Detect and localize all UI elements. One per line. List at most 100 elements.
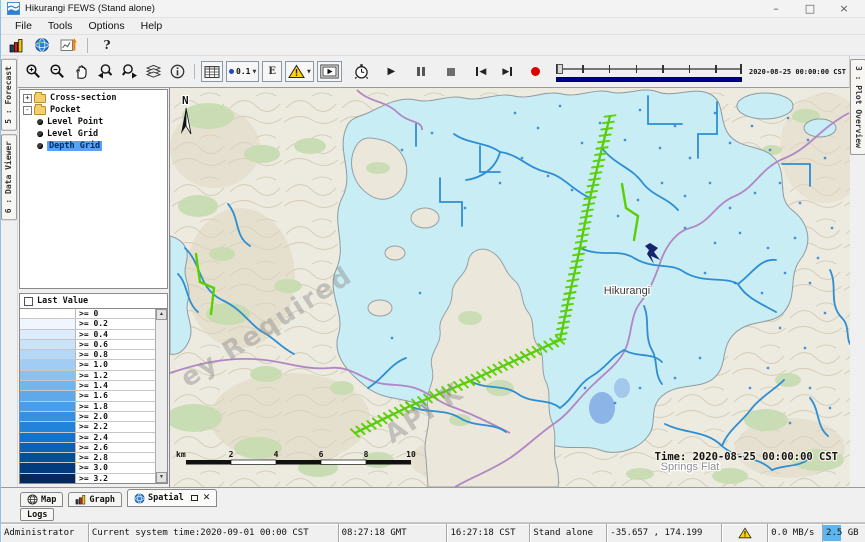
legend-color-swatch: [20, 360, 76, 369]
logs-button[interactable]: Logs: [20, 508, 54, 521]
app-logo-icon: [7, 2, 20, 15]
legend-row: >= 2.2: [20, 422, 167, 432]
restore-icon[interactable]: [191, 495, 198, 501]
chevron-down-icon: ▼: [252, 69, 256, 75]
tree-item-level-grid[interactable]: Level Grid: [20, 128, 167, 140]
info-icon[interactable]: [166, 60, 189, 83]
zoom-previous-icon[interactable]: [94, 60, 117, 83]
menu-item-help[interactable]: Help: [133, 19, 171, 34]
current-time-display: 2020-08-25 00:00:00 CST: [749, 68, 845, 76]
tree-item-depth-grid[interactable]: Depth Grid: [20, 140, 167, 152]
close-tab-icon[interactable]: ✕: [203, 493, 211, 503]
bottom-tab-bar: Map Graph Spatial ✕: [1, 487, 865, 507]
toolbar-separator: [194, 64, 195, 79]
side-tab-plot-overview[interactable]: 3 : Plot Overview: [850, 59, 865, 155]
animation-window-button[interactable]: [317, 61, 342, 82]
svg-text:km: km: [176, 450, 186, 459]
tab-graph-label: Graph: [89, 495, 115, 505]
play-button[interactable]: ▶: [380, 60, 403, 83]
legend-color-swatch: [20, 463, 76, 472]
chevron-down-icon: ▼: [307, 69, 311, 75]
svg-text:N: N: [182, 94, 189, 107]
slider-tick: [662, 65, 664, 73]
legend-row: >= 0.4: [20, 330, 167, 340]
tree-item-label: Pocket: [50, 105, 81, 115]
legend-color-swatch: [20, 453, 76, 462]
map-viewport[interactable]: ey Required API K Hikurangi Springs Flat…: [169, 88, 849, 487]
legend-row-label: >= 3.0: [76, 463, 108, 472]
map-canvas[interactable]: ey Required API K Hikurangi Springs Flat…: [170, 88, 850, 487]
tab-map-label: Map: [41, 495, 56, 505]
tree-item-cross-section[interactable]: +Cross-section: [20, 92, 167, 104]
legend-row-label: >= 0.2: [76, 319, 108, 328]
animation-clock-icon[interactable]: [350, 60, 373, 83]
legend-color-swatch: [20, 391, 76, 400]
zoom-in-icon[interactable]: [22, 60, 45, 83]
side-tab-6-data-viewer[interactable]: 6 : Data Viewer: [1, 134, 17, 220]
menu-item-options[interactable]: Options: [80, 19, 132, 34]
grid-display-button[interactable]: [201, 61, 223, 82]
legend-color-swatch: [20, 422, 76, 431]
zoom-out-icon[interactable]: [46, 60, 69, 83]
svg-text:4: 4: [274, 450, 279, 459]
legend-panel: Last Value >= 0>= 0.2>= 0.4>= 0.6>= 0.8>…: [19, 293, 168, 484]
legend-row-label: >= 2.6: [76, 443, 108, 452]
menu-item-tools[interactable]: Tools: [40, 19, 81, 34]
skip-end-button[interactable]: ▶: [496, 60, 519, 83]
map-display-globe-icon[interactable]: [31, 36, 53, 55]
legend-row-label: >= 1.6: [76, 391, 108, 400]
skip-start-button[interactable]: ◀: [470, 60, 493, 83]
legend-row: >= 0.6: [20, 340, 167, 350]
pan-hand-icon[interactable]: [70, 60, 93, 83]
tree-expander-icon[interactable]: +: [23, 94, 32, 103]
left-tab-strip: 5 : Forecast 6 : Data Viewer: [1, 56, 18, 487]
record-button[interactable]: [524, 60, 547, 83]
legend-color-swatch: [20, 402, 76, 411]
tree-item-label: Level Grid: [47, 129, 98, 139]
slider-tick: [636, 65, 638, 73]
svg-text:6: 6: [319, 450, 324, 459]
layers-icon[interactable]: [142, 60, 165, 83]
status-warning-cell[interactable]: [722, 524, 768, 542]
legend-color-swatch: [20, 443, 76, 452]
legend-row-label: >= 1.8: [76, 402, 108, 411]
status-local-time: 16:27:18 CST: [447, 524, 530, 542]
record-icon: [531, 67, 540, 76]
tab-map[interactable]: Map: [20, 492, 63, 507]
tree-item-level-point[interactable]: Level Point: [20, 116, 167, 128]
zoom-next-icon[interactable]: [118, 60, 141, 83]
legend-scrollbar[interactable]: ▲ ▼: [155, 309, 167, 483]
warnings-dropdown[interactable]: ▼: [285, 61, 314, 82]
tree-expander-icon[interactable]: -: [23, 106, 32, 115]
legend-row-label: >= 2.0: [76, 412, 108, 421]
folder-icon: [34, 106, 46, 115]
tab-spatial[interactable]: Spatial ✕: [127, 489, 217, 507]
menu-item-file[interactable]: File: [7, 19, 40, 34]
status-bar: Administrator Current system time:2020-0…: [1, 523, 865, 542]
grid-scale-dropdown[interactable]: 0.1 ▼: [226, 61, 259, 82]
minimize-icon[interactable]: –: [759, 0, 793, 17]
legend-color-swatch: [20, 371, 76, 380]
maximize-icon[interactable]: □: [793, 0, 827, 17]
time-slider[interactable]: [556, 59, 742, 85]
tab-graph[interactable]: Graph: [68, 492, 122, 507]
scroll-down-icon[interactable]: ▼: [156, 472, 167, 483]
timeseries-display-icon[interactable]: [57, 36, 79, 55]
legend-row-label: >= 1.4: [76, 381, 108, 390]
last-value-checkbox[interactable]: [24, 297, 33, 306]
pause-button[interactable]: [410, 60, 433, 83]
help-button[interactable]: ?: [96, 36, 118, 55]
slider-cap: [740, 64, 742, 74]
close-icon[interactable]: ×: [827, 0, 861, 17]
tree-item-pocket[interactable]: - Pocket: [20, 104, 167, 116]
elevation-button[interactable]: E: [262, 61, 282, 82]
skip-start-icon: ◀: [476, 67, 486, 77]
stop-button[interactable]: [440, 60, 463, 83]
explorer-chart-icon[interactable]: [5, 36, 27, 55]
bar-chart-icon: [75, 494, 86, 505]
legend-color-swatch: [20, 381, 76, 390]
scroll-up-icon[interactable]: ▲: [156, 309, 167, 320]
slider-tick: [582, 65, 584, 73]
side-tab-5-forecast[interactable]: 5 : Forecast: [1, 59, 17, 131]
time-slider-handle[interactable]: [557, 64, 563, 74]
